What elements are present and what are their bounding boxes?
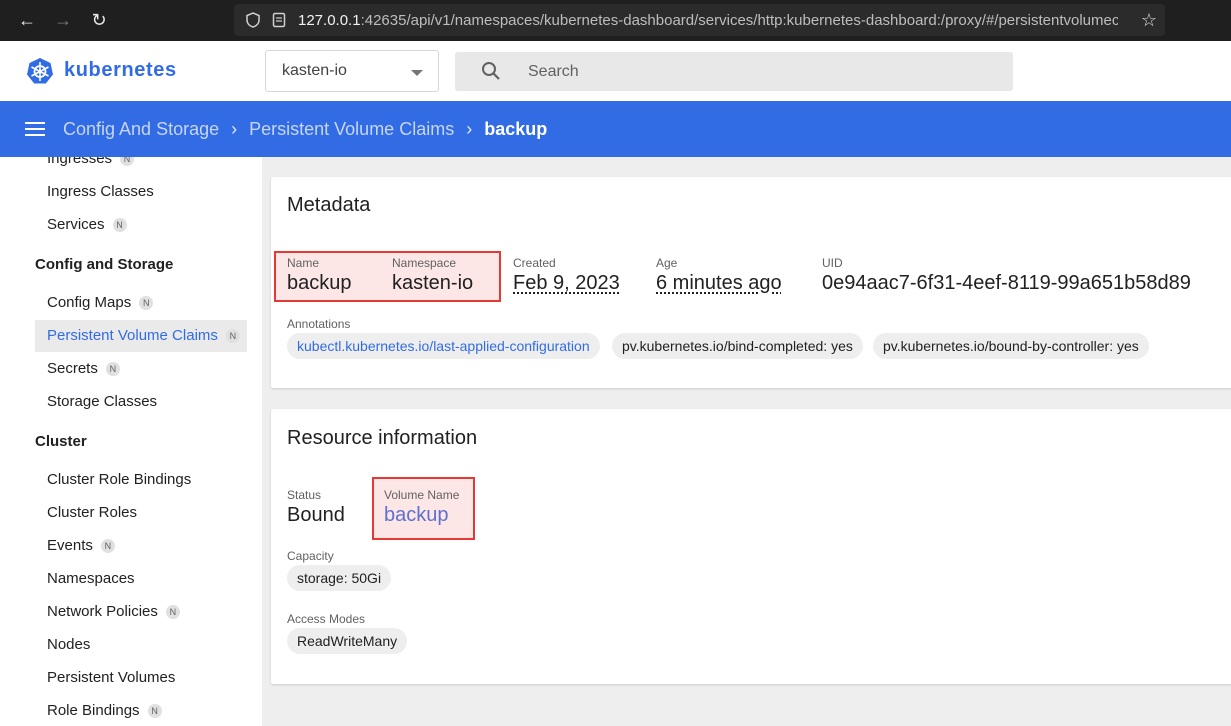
sidebar-item-label: Cluster Roles: [47, 504, 138, 521]
sidebar-item-persistent-volumes[interactable]: Persistent Volumes: [35, 662, 247, 694]
app-header: kubernetes kasten-io: [0, 41, 1231, 101]
namespace-select-value: kasten-io: [282, 62, 347, 79]
sidebar-item-label: Secrets: [47, 360, 98, 377]
breadcrumb: Config And Storage › Persistent Volume Cla…: [63, 119, 547, 140]
breadcrumb-config-and-storage[interactable]: Config And Storage: [63, 119, 219, 139]
namespace-value: kasten-io: [392, 272, 474, 294]
page-info-icon[interactable]: [270, 11, 288, 29]
sidebar-item-persistent-volume-claims[interactable]: Persistent Volume Claims N: [35, 320, 247, 352]
namespace-label: Namespace: [392, 256, 457, 270]
sidebar-item-label: Nodes: [47, 636, 91, 653]
bookmark-star-icon[interactable]: ☆: [1141, 10, 1157, 31]
breadcrumb-persistent-volume-claims[interactable]: Persistent Volume Claims: [249, 119, 454, 139]
sidebar-item-nodes[interactable]: Nodes: [35, 629, 247, 661]
breadcrumb-current: backup: [484, 119, 548, 139]
kubernetes-logo-icon[interactable]: [26, 57, 54, 85]
sidebar-item-label: Persistent Volume Claims: [47, 327, 218, 344]
sidebar-item-label: Storage Classes: [47, 393, 158, 410]
uid-value: 0e94aac7-6f31-4eef-8119-99a651b58d89: [822, 272, 1191, 294]
sidebar-item-label: Services: [47, 216, 105, 233]
sidebar-item-storage-classes[interactable]: Storage Classes: [35, 386, 247, 418]
created-label: Created: [513, 256, 556, 270]
url-path: :42635/api/v1/namespaces/kubernetes-dash…: [360, 12, 1118, 29]
namespaced-badge: N: [165, 605, 180, 620]
sidebar-item-label: Ingress Classes: [47, 183, 154, 200]
created-value: Feb 9, 2023: [513, 272, 620, 294]
sidebar-item-ingresses[interactable]: Ingresses N: [35, 157, 247, 175]
sidebar-heading-cluster[interactable]: Cluster: [35, 433, 87, 450]
forward-arrow-icon[interactable]: →: [52, 9, 74, 31]
sidebar-item-label: Config Maps: [47, 294, 132, 311]
namespaced-badge: N: [225, 329, 240, 344]
metadata-title: Metadata: [287, 194, 371, 216]
access-mode-chip: ReadWriteMany: [287, 628, 408, 654]
namespaced-badge: N: [100, 539, 115, 554]
name-value: backup: [287, 272, 352, 294]
chevron-right-icon: ›: [231, 119, 238, 139]
sidebar-item-label: Ingresses: [47, 157, 113, 167]
namespaced-badge: N: [105, 362, 120, 377]
back-arrow-icon[interactable]: ←: [16, 9, 38, 31]
sidebar: Ingresses N Ingress Classes Services N Con…: [0, 157, 262, 726]
url-text: 127.0.0.1:42635/api/v1/namespaces/kubern…: [298, 12, 1118, 29]
namespaced-badge: N: [139, 296, 154, 311]
sidebar-item-label: Cluster Role Bindings: [47, 471, 192, 488]
age-value: 6 minutes ago: [656, 272, 782, 294]
url-host: 127.0.0.1: [298, 12, 361, 29]
sidebar-item-cluster-roles[interactable]: Cluster Roles: [35, 497, 247, 529]
status-value: Bound: [287, 504, 345, 526]
namespaced-badge: N: [120, 157, 135, 167]
volume-name-link[interactable]: backup: [384, 504, 449, 527]
search-icon: [482, 62, 500, 80]
resource-information-card: Resource information Status Bound Volume…: [271, 409, 1231, 684]
reload-icon[interactable]: ↻: [88, 9, 110, 31]
brand-name[interactable]: kubernetes: [64, 59, 177, 82]
annotation-chip-bind-completed: pv.kubernetes.io/bind-completed: yes: [612, 333, 863, 359]
age-label: Age: [656, 256, 678, 270]
access-modes-label: Access Modes: [287, 612, 366, 626]
sidebar-item-label: Network Policies: [47, 603, 158, 620]
status-label: Status: [287, 488, 322, 502]
sidebar-item-services[interactable]: Services N: [35, 209, 247, 241]
sidebar-item-role-bindings[interactable]: Role Bindings N: [35, 695, 247, 726]
chevron-right-icon: ›: [466, 119, 473, 139]
sidebar-item-label: Persistent Volumes: [47, 669, 176, 686]
page-toolbar: Config And Storage › Persistent Volume Cla…: [0, 101, 1231, 157]
volume-name-label: Volume Name: [384, 488, 460, 502]
resource-information-title: Resource information: [287, 427, 478, 449]
namespaced-badge: N: [112, 218, 127, 233]
capacity-label: Capacity: [287, 549, 334, 563]
address-bar[interactable]: 127.0.0.1:42635/api/v1/namespaces/kubern…: [234, 4, 1165, 36]
uid-label: UID: [822, 256, 843, 270]
search-bar[interactable]: [455, 52, 1013, 91]
sidebar-item-cluster-role-bindings[interactable]: Cluster Role Bindings: [35, 464, 247, 496]
browser-toolbar: ← → ↻ 127.0.0.1:42635/api/v1/namespaces/…: [0, 0, 1231, 41]
name-label: Name: [287, 256, 320, 270]
sidebar-item-label: Events: [47, 537, 93, 554]
shield-icon: [246, 12, 260, 28]
annotations-label: Annotations: [287, 317, 351, 331]
hamburger-menu-icon[interactable]: [25, 122, 45, 136]
sidebar-item-ingress-classes[interactable]: Ingress Classes: [35, 176, 247, 208]
capacity-chip: storage: 50Gi: [287, 565, 392, 591]
chevron-down-icon: [411, 70, 423, 76]
sidebar-heading-config-and-storage[interactable]: Config and Storage: [35, 256, 173, 273]
sidebar-item-network-policies[interactable]: Network Policies N: [35, 596, 247, 628]
annotation-chip-bound-by-controller: pv.kubernetes.io/bound-by-controller: ye…: [873, 333, 1149, 359]
sidebar-item-events[interactable]: Events N: [35, 530, 247, 562]
sidebar-item-namespaces[interactable]: Namespaces: [35, 563, 247, 595]
namespaced-badge: N: [147, 704, 162, 719]
sidebar-item-label: Namespaces: [47, 570, 135, 587]
sidebar-item-label: Role Bindings: [47, 702, 140, 719]
sidebar-item-secrets[interactable]: Secrets N: [35, 353, 247, 385]
namespace-select[interactable]: kasten-io: [265, 50, 439, 92]
search-input[interactable]: [528, 59, 988, 84]
metadata-card: Metadata Name backup Namespace kasten-io…: [271, 177, 1231, 388]
annotation-chip-last-applied[interactable]: kubectl.kubernetes.io/last-applied-confi…: [287, 333, 600, 359]
sidebar-item-config-maps[interactable]: Config Maps N: [35, 287, 247, 319]
